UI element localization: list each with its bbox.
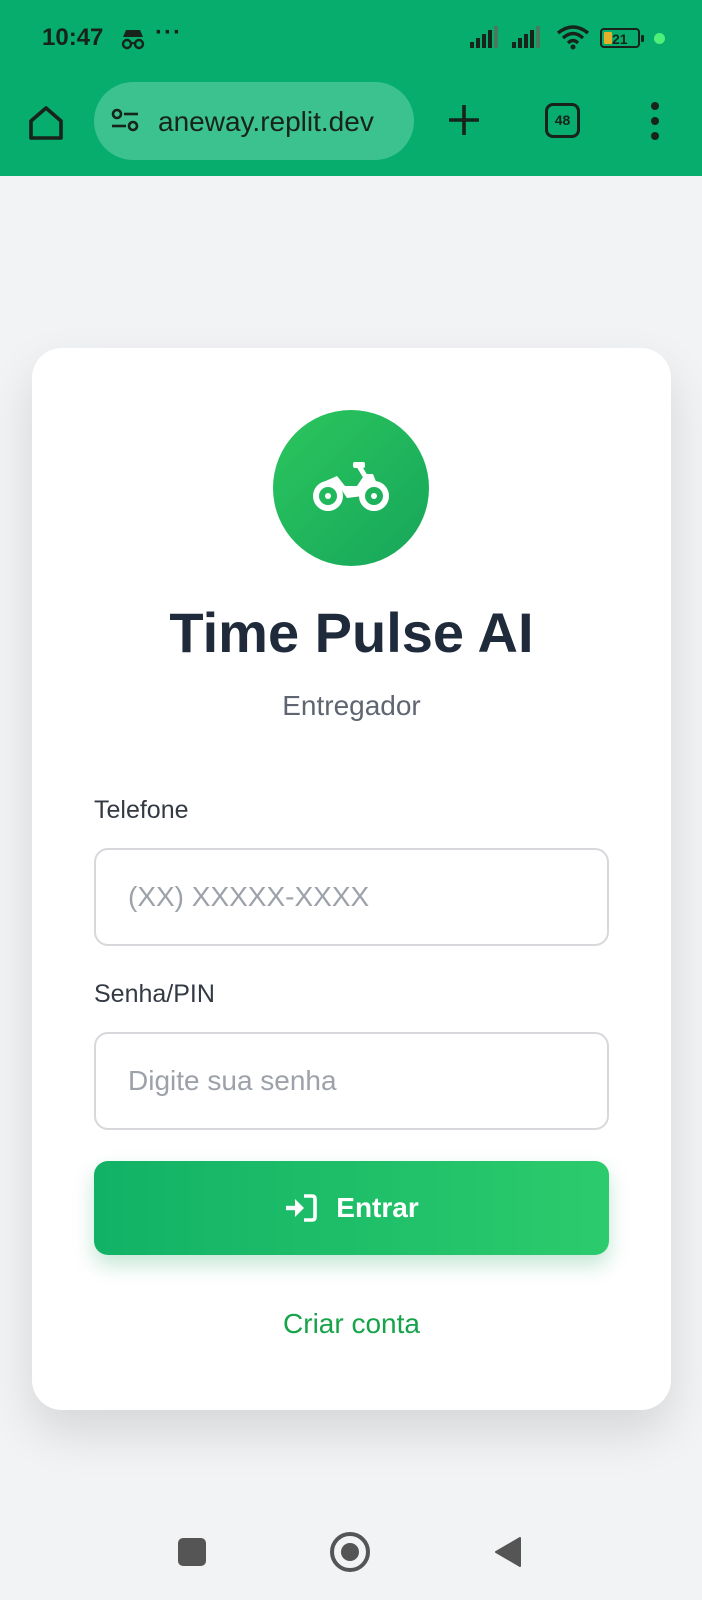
login-card: Time Pulse AI Entregador Telefone Senha/… xyxy=(32,348,671,1410)
logo xyxy=(273,410,429,566)
tabs-icon[interactable]: 48 xyxy=(545,103,580,138)
create-account-link[interactable]: Criar conta xyxy=(32,1308,671,1340)
sign-in-icon xyxy=(286,1194,318,1222)
signal-icon-2 xyxy=(512,26,540,48)
wifi-icon xyxy=(556,25,590,50)
status-time: 10:47 xyxy=(42,24,104,51)
phone-input[interactable] xyxy=(94,848,609,946)
browser-toolbar: aneway.replit.dev 48 xyxy=(0,78,702,176)
address-bar[interactable]: aneway.replit.dev xyxy=(94,82,414,160)
login-button-label: Entrar xyxy=(336,1192,419,1223)
recents-icon[interactable] xyxy=(178,1538,206,1566)
password-label: Senha/PIN xyxy=(94,980,215,1008)
incognito-icon xyxy=(121,30,145,50)
login-button[interactable]: Entrar xyxy=(94,1161,609,1255)
privacy-indicator-dot xyxy=(654,33,665,44)
password-input[interactable] xyxy=(94,1032,609,1130)
status-icons: 21 xyxy=(470,24,670,54)
battery-level: 21 xyxy=(612,31,628,47)
app-title: Time Pulse AI xyxy=(169,601,534,664)
menu-icon[interactable] xyxy=(650,101,660,141)
back-icon[interactable] xyxy=(494,1536,522,1568)
battery-icon: 21 xyxy=(600,28,644,48)
site-settings-icon[interactable] xyxy=(110,106,140,136)
more-notifications-icon: ··· xyxy=(155,19,182,46)
motorcycle-icon xyxy=(313,462,389,511)
url-text[interactable]: aneway.replit.dev xyxy=(158,106,403,138)
system-nav-bar xyxy=(0,1508,702,1600)
home-icon[interactable] xyxy=(26,102,66,142)
signal-icon-1 xyxy=(470,26,498,48)
home-circle-icon[interactable] xyxy=(330,1532,370,1572)
phone-label: Telefone xyxy=(94,796,189,824)
app-subtitle: Entregador xyxy=(282,690,421,721)
plus-icon[interactable] xyxy=(446,102,482,138)
status-bar: 10:47 ··· 21 xyxy=(0,0,702,78)
